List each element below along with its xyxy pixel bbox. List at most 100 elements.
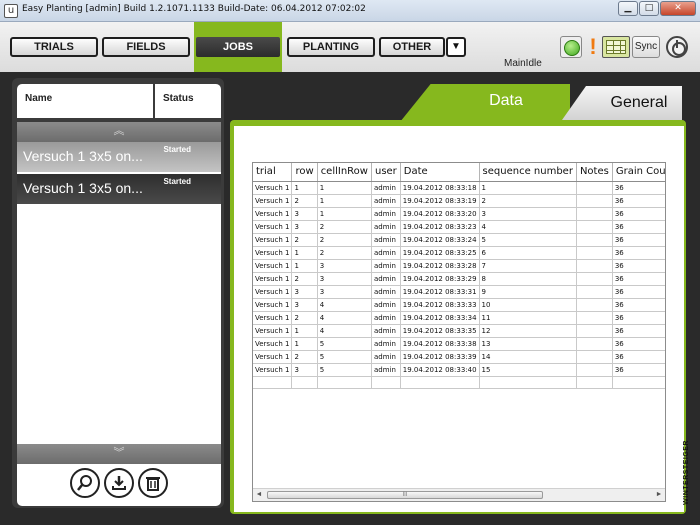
horizontal-scrollbar[interactable]: ◄ III ► (253, 488, 665, 501)
column-header[interactable]: sequence number (479, 163, 577, 182)
nav-fields-button[interactable]: FIELDS (102, 37, 190, 57)
table-row[interactable]: Versuch 1 3 4 admin 19.04.2012 08:33:33 10 36 (253, 298, 665, 312)
table-cell: admin (371, 324, 401, 338)
table-cell: 36 (612, 337, 665, 351)
table-cell: 36 (612, 194, 665, 208)
table-cell: 13 (479, 337, 577, 351)
table-row[interactable]: Versuch 1 3 2 admin 19.04.2012 08:33:23 4 36 (253, 220, 665, 234)
table-cell: 5 (317, 350, 372, 364)
table-cell: 2 (317, 220, 372, 234)
sync-button[interactable]: Sync (632, 36, 660, 58)
nav-jobs-button[interactable]: JOBS (196, 37, 280, 57)
table-cell: admin (371, 233, 401, 247)
table-cell (576, 194, 613, 208)
table-cell: 3 (479, 207, 577, 221)
column-header[interactable]: Grain Cou (612, 163, 665, 182)
table-cell: Versuch 1 (253, 259, 293, 273)
table-row[interactable]: Versuch 1 2 5 admin 19.04.2012 08:33:39 14 36 (253, 350, 665, 364)
other-dropdown-button[interactable]: ▼ (446, 37, 466, 57)
table-row[interactable]: Versuch 1 3 3 admin 19.04.2012 08:33:31 9 36 (253, 285, 665, 299)
table-row[interactable]: Versuch 1 3 5 admin 19.04.2012 08:33:40 15 36 (253, 363, 665, 377)
table-cell: 19.04.2012 08:33:33 (400, 298, 480, 312)
nav-trials-button[interactable]: TRIALS (10, 37, 98, 57)
table-cell: 3 (317, 272, 372, 286)
job-status: Started (163, 145, 191, 154)
maximize-button[interactable]: □ (639, 1, 659, 16)
nav-planting-button[interactable]: PLANTING (287, 37, 375, 57)
table-cell: admin (371, 337, 401, 351)
table-row[interactable]: Versuch 1 1 2 admin 19.04.2012 08:33:25 6 36 (253, 246, 665, 260)
table-cell: 36 (612, 311, 665, 325)
trash-icon[interactable] (138, 468, 168, 498)
column-header[interactable]: cellInRow (317, 163, 372, 182)
table-row[interactable]: Versuch 1 2 1 admin 19.04.2012 08:33:19 2 36 (253, 194, 665, 208)
table-cell: 19.04.2012 08:33:40 (400, 363, 480, 377)
table-row[interactable]: Versuch 1 2 2 admin 19.04.2012 08:33:24 5 36 (253, 233, 665, 247)
table-cell: 5 (317, 337, 372, 351)
close-window-button[interactable]: ✕ (660, 1, 696, 16)
column-header[interactable]: row (291, 163, 318, 182)
table-cell: 1 (291, 324, 318, 338)
table-cell: 19.04.2012 08:33:19 (400, 194, 480, 208)
nav-other-button[interactable]: OTHER (379, 37, 445, 57)
table-row[interactable]: Versuch 1 1 1 admin 19.04.2012 08:33:18 1 36 (253, 181, 665, 195)
table-cell: 19.04.2012 08:33:18 (400, 181, 480, 195)
table-cell: 4 (317, 324, 372, 338)
scrollbar-thumb[interactable]: III (267, 491, 543, 499)
connection-status-icon (560, 36, 582, 58)
table-cell: 36 (612, 220, 665, 234)
data-grid[interactable]: trial row cellInRow user Date sequence number… (252, 162, 666, 502)
window-title: Easy Planting [admin] Build 1.2.1071.113… (22, 4, 366, 14)
column-header[interactable]: user (371, 163, 401, 182)
status-column-header[interactable]: Status (155, 84, 221, 118)
minimize-button[interactable]: ▁ (618, 1, 638, 16)
table-row[interactable]: Versuch 1 2 3 admin 19.04.2012 08:33:29 8 36 (253, 272, 665, 286)
warning-icon[interactable]: ! (588, 35, 598, 59)
status-text: MainIdle (504, 58, 542, 69)
table-cell: Versuch 1 (253, 311, 293, 325)
power-icon[interactable] (666, 36, 688, 58)
new-row-placeholder[interactable] (253, 376, 665, 389)
table-cell: 2 (291, 350, 318, 364)
download-icon[interactable] (104, 468, 134, 498)
column-header[interactable]: Notes (576, 163, 613, 182)
table-cell: 1 (317, 194, 372, 208)
table-cell (576, 311, 613, 325)
table-cell (317, 376, 372, 389)
table-cell: 1 (291, 246, 318, 260)
table-cell: 9 (479, 285, 577, 299)
table-cell: Versuch 1 (253, 324, 293, 338)
table-cell (291, 376, 318, 389)
table-row[interactable]: Versuch 1 1 5 admin 19.04.2012 08:33:38 13 36 (253, 337, 665, 351)
field-grid-icon[interactable] (602, 36, 630, 58)
table-cell: 36 (612, 350, 665, 364)
window-titlebar: u Easy Planting [admin] Build 1.2.1071.1… (0, 0, 700, 22)
name-column-header[interactable]: Name (17, 84, 153, 118)
scroll-right-icon[interactable]: ► (653, 489, 665, 501)
table-cell: 36 (612, 363, 665, 377)
list-item-selected[interactable]: Versuch 1 3x5 on... Started (17, 174, 221, 204)
table-cell: 14 (479, 350, 577, 364)
table-row[interactable]: Versuch 1 3 1 admin 19.04.2012 08:33:20 3 36 (253, 207, 665, 221)
table-row[interactable]: Versuch 1 1 4 admin 19.04.2012 08:33:35 12 36 (253, 324, 665, 338)
column-header[interactable]: trial (253, 163, 293, 182)
table-cell: 10 (479, 298, 577, 312)
table-cell: admin (371, 272, 401, 286)
search-icon[interactable] (70, 468, 100, 498)
table-row[interactable]: Versuch 1 1 3 admin 19.04.2012 08:33:28 7 36 (253, 259, 665, 273)
column-header[interactable]: Date (400, 163, 480, 182)
table-cell: admin (371, 246, 401, 260)
table-cell: Versuch 1 (253, 285, 293, 299)
scroll-left-icon[interactable]: ◄ (253, 489, 265, 501)
table-cell: 36 (612, 298, 665, 312)
table-row[interactable]: Versuch 1 2 4 admin 19.04.2012 08:33:34 11 36 (253, 311, 665, 325)
table-cell: 1 (479, 181, 577, 195)
nav-jobs-tab-highlight: JOBS (194, 22, 282, 72)
scroll-down-button[interactable]: ︾ (17, 444, 221, 464)
table-cell: 1 (317, 181, 372, 195)
tab-data-label: Data (489, 92, 523, 109)
table-cell: 36 (612, 259, 665, 273)
table-cell: Versuch 1 (253, 246, 293, 260)
table-cell: Versuch 1 (253, 272, 293, 286)
table-cell: 3 (291, 298, 318, 312)
